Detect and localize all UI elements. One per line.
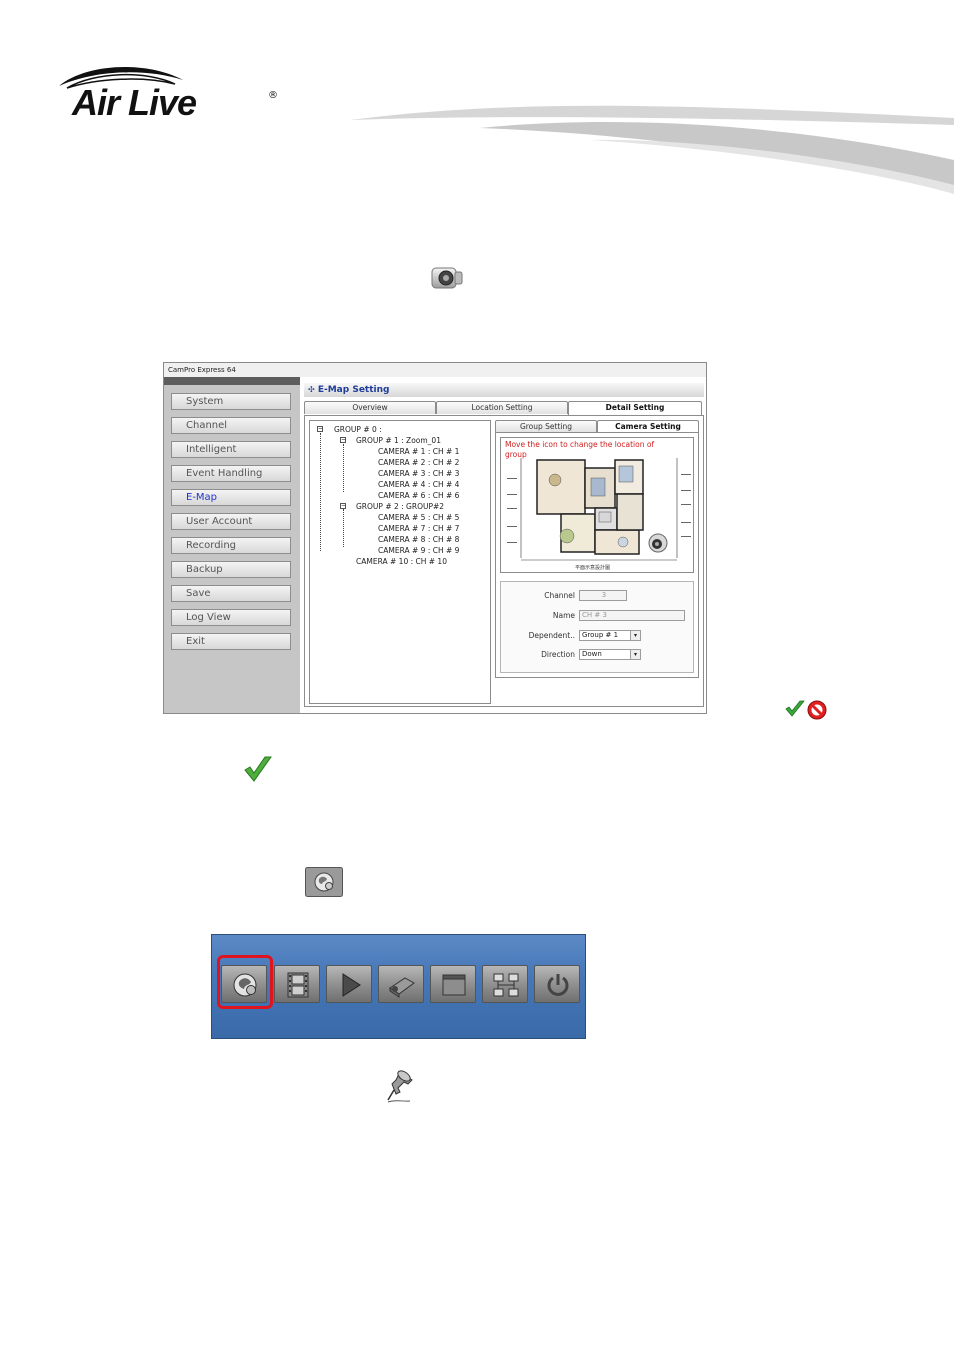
camera-setting-body: Move the icon to change the location of … [495,432,699,678]
name-label: Name [552,611,575,620]
sidebar-item-save[interactable]: Save [171,585,291,602]
direction-label: Direction [541,650,575,659]
camera-icon [431,267,463,289]
camera-properties-form: Channel 3 Name CH # 3 Dependent.. Group … [500,581,694,673]
tree-item-camera[interactable]: CAMERA # 8 : CH # 8 [378,535,459,544]
group-tree: − GROUP # 0 : − GROUP # 1 : Zoom_01 CAME… [309,420,491,704]
tree-item-group-0[interactable]: GROUP # 0 : [334,425,382,434]
logo-text: Air Live [72,82,197,123]
camera-marker-icon[interactable] [647,532,669,554]
sidebar-item-channel[interactable]: Channel [171,417,291,434]
section-title: E-Map Setting [317,385,390,395]
tree-item-camera[interactable]: CAMERA # 10 : CH # 10 [356,557,447,566]
tree-item-camera[interactable]: CAMERA # 2 : CH # 2 [378,458,459,467]
tree-collapse-toggle[interactable]: − [340,437,346,443]
sidebar-item-recording[interactable]: Recording [171,537,291,554]
network-icon [493,973,519,997]
floor-plan-map[interactable]: Move the icon to change the location of … [500,437,694,573]
map-instruction: Move the icon to change the location of … [505,440,655,459]
chevron-down-icon: ▾ [630,631,640,640]
main-toolbar [211,934,586,1039]
tree-item-group-2[interactable]: GROUP # 2 : GROUP#2 [356,502,444,511]
emap-setting-window: CamPro Express 64 System Channel Intelli… [163,362,827,720]
window-title-strip [164,377,300,385]
floor-plan-caption: 平面示意設計圖 [575,565,611,571]
sidebar: System Channel Intelligent Event Handlin… [164,385,300,713]
direction-value: Down [582,650,602,658]
direction-select[interactable]: Down ▾ [579,649,641,660]
channel-label: Channel [544,591,575,600]
tree-item-camera[interactable]: CAMERA # 9 : CH # 9 [378,546,459,555]
window-title: CamPro Express 64 [164,363,706,377]
section-header: ✣ E-Map Setting [304,383,704,397]
toolbar-power-button[interactable] [534,965,580,1003]
dependent-select[interactable]: Group # 1 ▾ [579,630,641,641]
toolbar-camera-button[interactable] [378,965,424,1003]
tab-bar: Overview Location Setting Detail Setting [304,401,704,415]
dependent-value: Group # 1 [582,631,619,639]
sidebar-item-log-view[interactable]: Log View [171,609,291,626]
sidebar-item-system[interactable]: System [171,393,291,410]
sidebar-item-emap[interactable]: E-Map [171,489,291,506]
tab-camera-setting[interactable]: Camera Setting [597,420,699,432]
camera-icon [389,977,415,998]
main-panel: ✣ E-Map Setting Overview Location Settin… [300,377,827,720]
tree-item-camera[interactable]: CAMERA # 3 : CH # 3 [378,469,459,478]
tree-collapse-toggle[interactable]: − [317,426,323,432]
toolbar-window-button[interactable] [430,965,476,1003]
page-header: Air Live ® [0,0,954,210]
tree-collapse-toggle[interactable]: − [340,503,346,509]
sidebar-item-exit[interactable]: Exit [171,633,291,650]
sidebar-item-user-account[interactable]: User Account [171,513,291,530]
sidebar-item-event-handling[interactable]: Event Handling [171,465,291,482]
emap-button-highlight [217,955,273,1009]
tree-item-camera[interactable]: CAMERA # 5 : CH # 5 [378,513,459,522]
play-icon [342,973,361,997]
chevron-down-icon: ▾ [630,650,640,659]
tab-overview[interactable]: Overview [304,401,436,414]
detail-setting-panel: − GROUP # 0 : − GROUP # 1 : Zoom_01 CAME… [304,415,704,707]
pushpin-icon [387,1070,413,1103]
toolbar-play-button[interactable] [326,965,372,1003]
name-field[interactable]: CH # 3 [579,610,685,621]
tree-item-camera[interactable]: CAMERA # 1 : CH # 1 [378,447,459,456]
tree-item-camera[interactable]: CAMERA # 4 : CH # 4 [378,480,459,489]
sidebar-item-backup[interactable]: Backup [171,561,291,578]
check-icon [244,756,272,782]
film-icon [287,972,309,998]
emap-section-icon: ✣ [308,385,315,394]
window-icon [442,974,466,996]
tree-item-camera[interactable]: CAMERA # 6 : CH # 6 [378,491,459,500]
toolbar-playback-film-button[interactable] [274,965,320,1003]
tree-item-camera[interactable]: CAMERA # 7 : CH # 7 [378,524,459,533]
channel-field: 3 [579,590,627,601]
tab-detail-setting[interactable]: Detail Setting [568,401,702,415]
emap-button-icon [305,867,343,897]
tab-group-setting[interactable]: Group Setting [495,420,597,432]
tree-item-group-1[interactable]: GROUP # 1 : Zoom_01 [356,436,441,445]
toolbar-network-button[interactable] [482,965,528,1003]
power-icon [547,974,569,996]
cancel-button[interactable] [806,699,828,721]
registered-mark: ® [268,90,278,101]
tab-location-setting[interactable]: Location Setting [436,401,568,414]
camera-setting-area: Group Setting Camera Setting Move the ic… [495,420,701,678]
dependent-label: Dependent.. [528,631,575,640]
sidebar-item-intelligent[interactable]: Intelligent [171,441,291,458]
apply-check-button[interactable] [784,699,806,719]
